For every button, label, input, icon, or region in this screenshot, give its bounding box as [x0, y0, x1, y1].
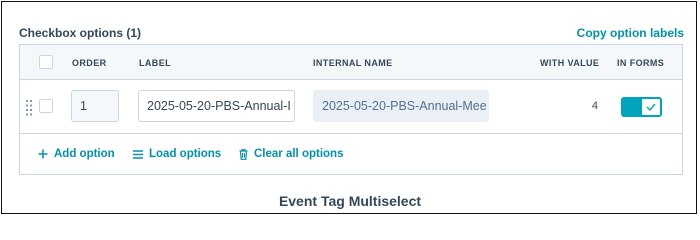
header-internal-name: INTERNAL NAME [313, 58, 393, 68]
in-forms-toggle[interactable] [621, 97, 662, 117]
add-option-label: Add option [54, 148, 115, 160]
table-header: ORDER LABEL INTERNAL NAME WITH VALUE IN … [20, 45, 682, 80]
clear-all-options-label: Clear all options [254, 148, 344, 160]
order-input[interactable]: 1 [71, 90, 119, 122]
header-in-forms: IN FORMS [617, 58, 665, 68]
header-label: LABEL [139, 58, 171, 68]
row-checkbox[interactable] [39, 99, 53, 113]
load-options-button[interactable]: Load options [133, 148, 221, 160]
section-title: Checkbox options (1) [19, 26, 142, 40]
table-row: 1 2025-05-20-PBS-Annual-I 2025-05-20-PBS… [20, 80, 682, 134]
drag-handle-icon[interactable] [26, 100, 32, 116]
internal-name-input[interactable]: 2025-05-20-PBS-Annual-Mee [313, 90, 489, 122]
select-all-checkbox[interactable] [39, 55, 53, 69]
with-value-count: 4 [591, 100, 598, 112]
plus-icon [38, 149, 48, 159]
options-table: ORDER LABEL INTERNAL NAME WITH VALUE IN … [19, 44, 683, 175]
check-icon [641, 98, 661, 116]
figure-caption: Event Tag Multiselect [278, 193, 422, 209]
clear-all-options-button[interactable]: Clear all options [239, 148, 343, 160]
copy-option-labels-link[interactable]: Copy option labels [577, 26, 684, 40]
trash-icon [239, 148, 248, 160]
load-options-label: Load options [149, 148, 222, 160]
list-icon [133, 149, 143, 159]
label-input[interactable]: 2025-05-20-PBS-Annual-I [138, 90, 295, 122]
header-with-value: WITH VALUE [540, 58, 600, 68]
add-option-button[interactable]: Add option [38, 148, 115, 160]
header-order: ORDER [72, 58, 107, 68]
